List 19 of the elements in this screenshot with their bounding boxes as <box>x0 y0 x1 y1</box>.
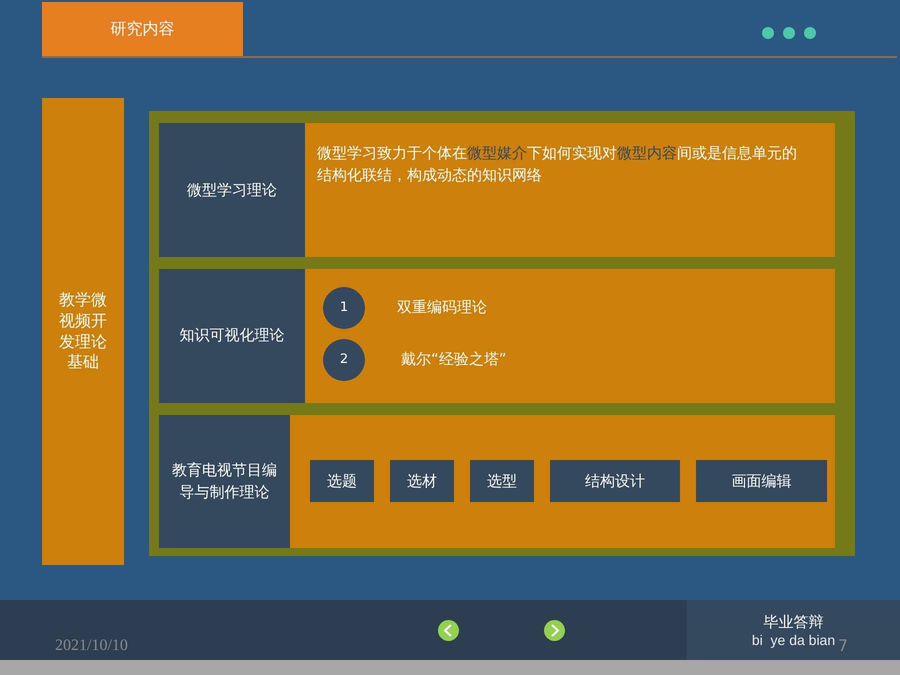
number-circle: 2 <box>323 338 365 380</box>
list-item-text: 双重编码理论 <box>397 298 487 317</box>
description-text: 微型学习致力于个体在微型媒介下如何实现对微型内容间或是信息单元的结构化联结，构成动态的知识网络 <box>317 143 798 186</box>
step-button[interactable]: 选型 <box>470 460 534 502</box>
row-label: 微型学习理论 <box>159 123 305 256</box>
step-button[interactable]: 画面编辑 <box>696 460 827 502</box>
footer-subtitle: bi ye da bian <box>752 632 836 648</box>
dots-icon <box>761 26 817 40</box>
step-button[interactable]: 选题 <box>310 460 374 502</box>
row-label: 教育电视节目编导与制作理论 <box>159 414 290 548</box>
row-label: 知识可视化理论 <box>159 268 305 402</box>
list-item-text: 戴尔“经验之塔” <box>401 350 507 369</box>
number-circle: 1 <box>323 286 365 328</box>
page-number: 7 <box>838 636 848 655</box>
step-button[interactable]: 选材 <box>390 460 454 502</box>
sidebar-label: 教学微视频开发理论基础 <box>58 290 108 374</box>
step-button[interactable]: 结构设计 <box>550 460 680 502</box>
date-text: 2021/10/10 <box>55 637 129 655</box>
footer-title: 毕业答辩 <box>764 612 824 632</box>
